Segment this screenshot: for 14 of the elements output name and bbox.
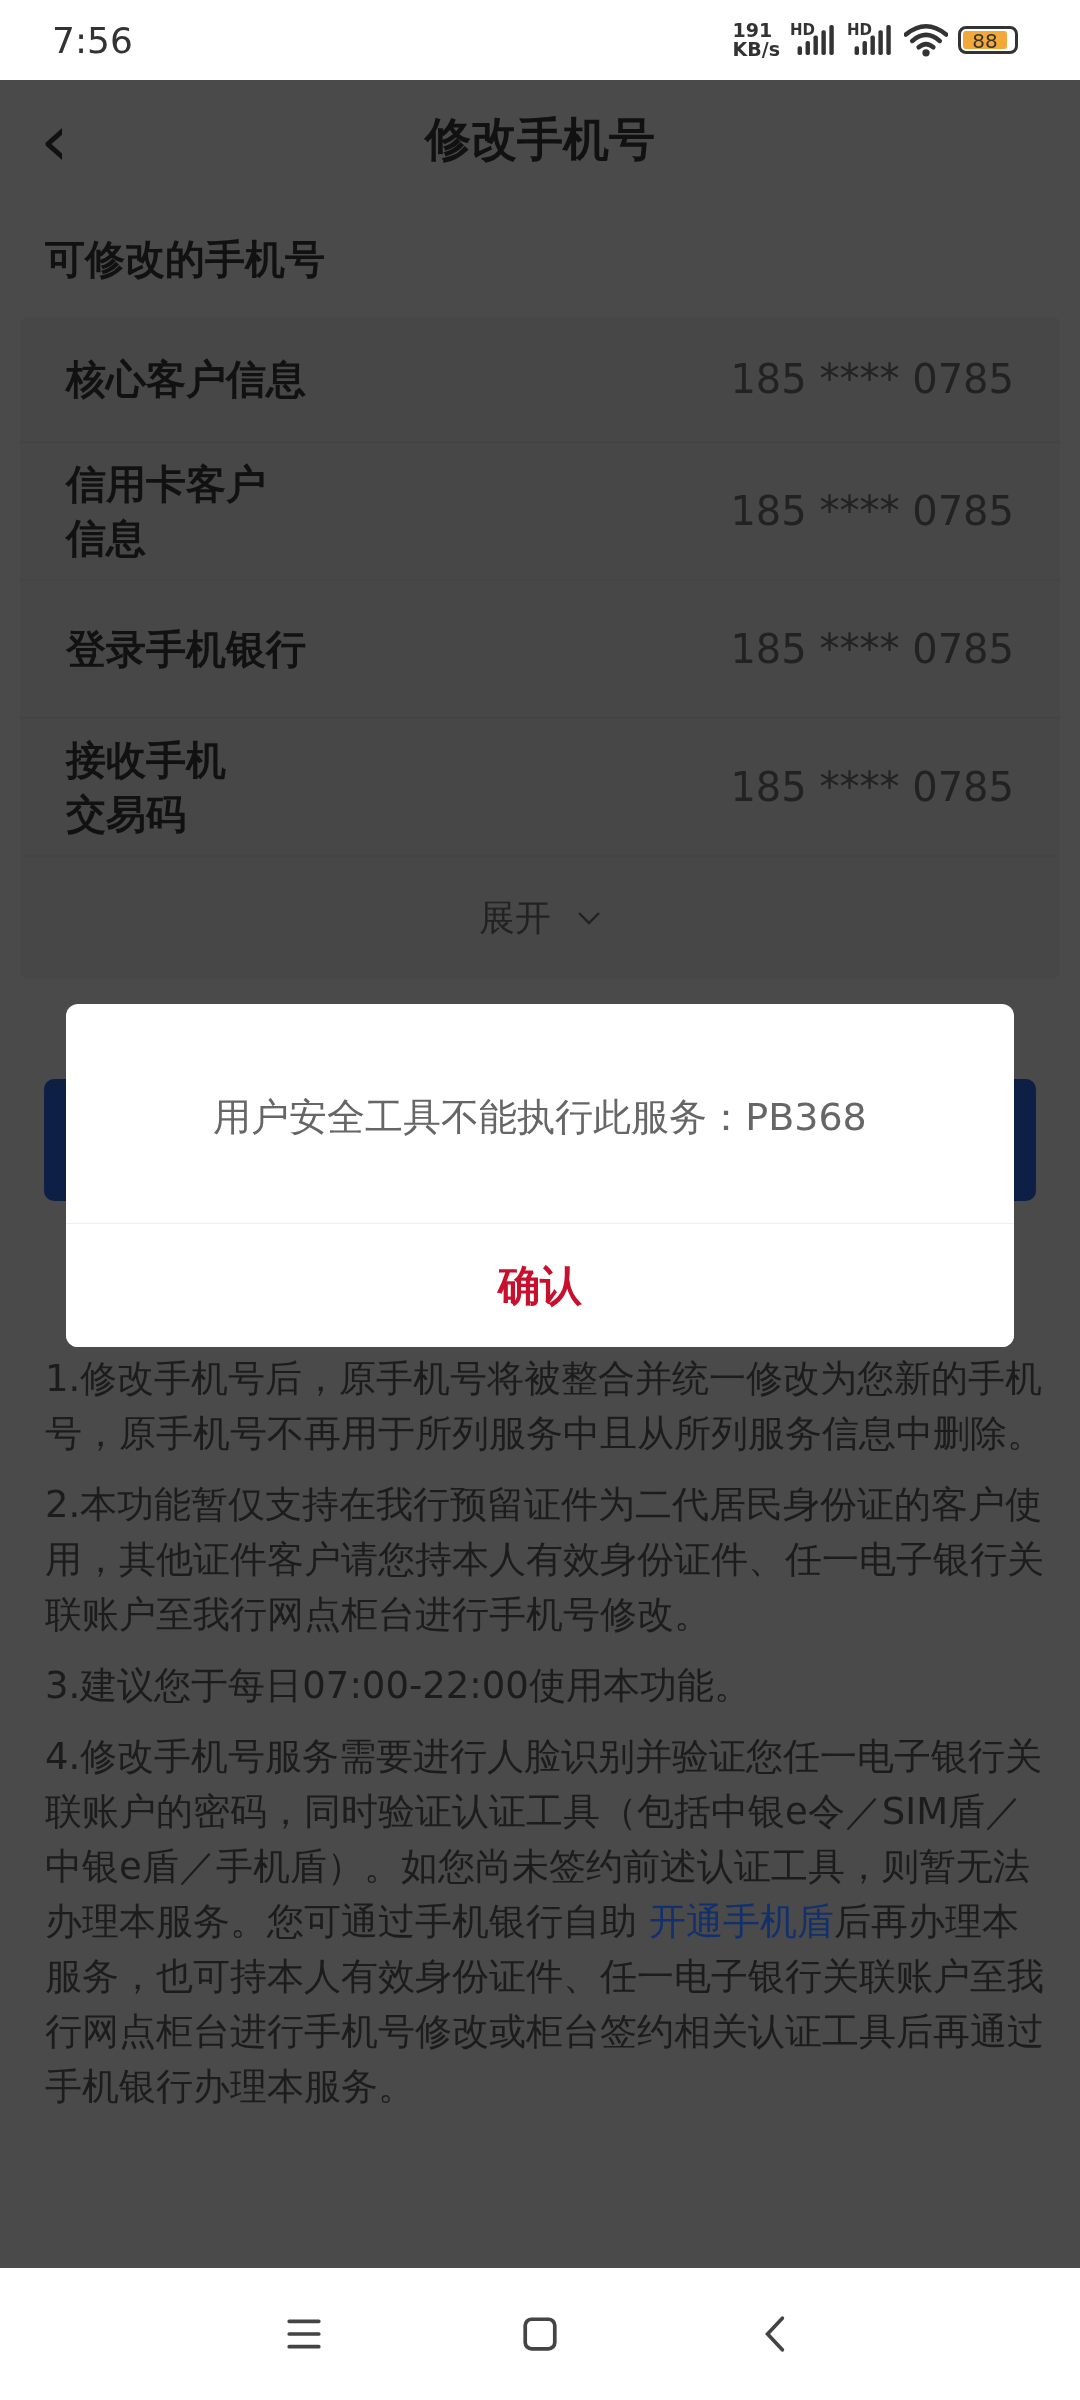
section-title: 可修改的手机号 xyxy=(44,235,326,284)
network-type: HD xyxy=(789,21,815,39)
speed-unit: KB/s xyxy=(732,40,780,59)
open-link[interactable]: 开通手机盾 xyxy=(648,1900,834,1943)
battery-level: 88 xyxy=(963,31,1007,49)
back-button[interactable]: ‹ xyxy=(40,110,74,170)
dialog-message: 用户安全工具不能执行此服务：PB368 xyxy=(213,1094,867,1141)
wifi-icon xyxy=(904,23,948,57)
network-speed: 191 xyxy=(732,21,774,40)
home-icon[interactable] xyxy=(521,2315,559,2353)
chevron-down-icon xyxy=(577,911,601,925)
page-title: 修改手机号 xyxy=(423,111,656,168)
network-type: HD xyxy=(847,21,872,39)
clock-time: 7:56 xyxy=(52,19,133,61)
